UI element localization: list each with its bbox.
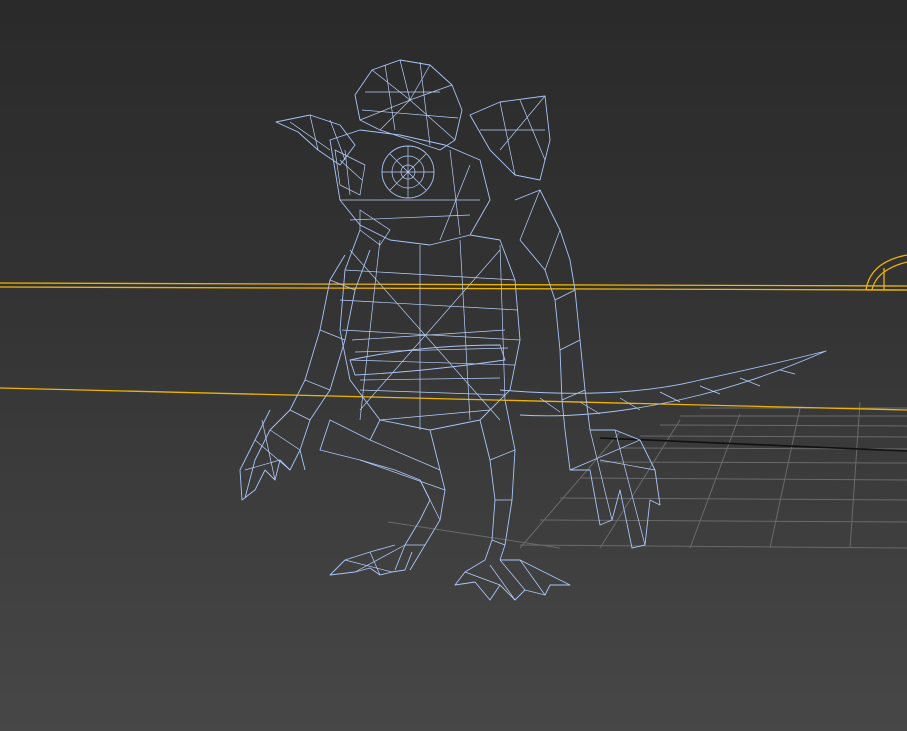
selection-gizmo[interactable]	[0, 254, 907, 411]
3d-viewport[interactable]	[0, 0, 907, 731]
creature-wireframe-model[interactable]	[239, 59, 827, 601]
viewport-canvas[interactable]	[0, 0, 907, 731]
